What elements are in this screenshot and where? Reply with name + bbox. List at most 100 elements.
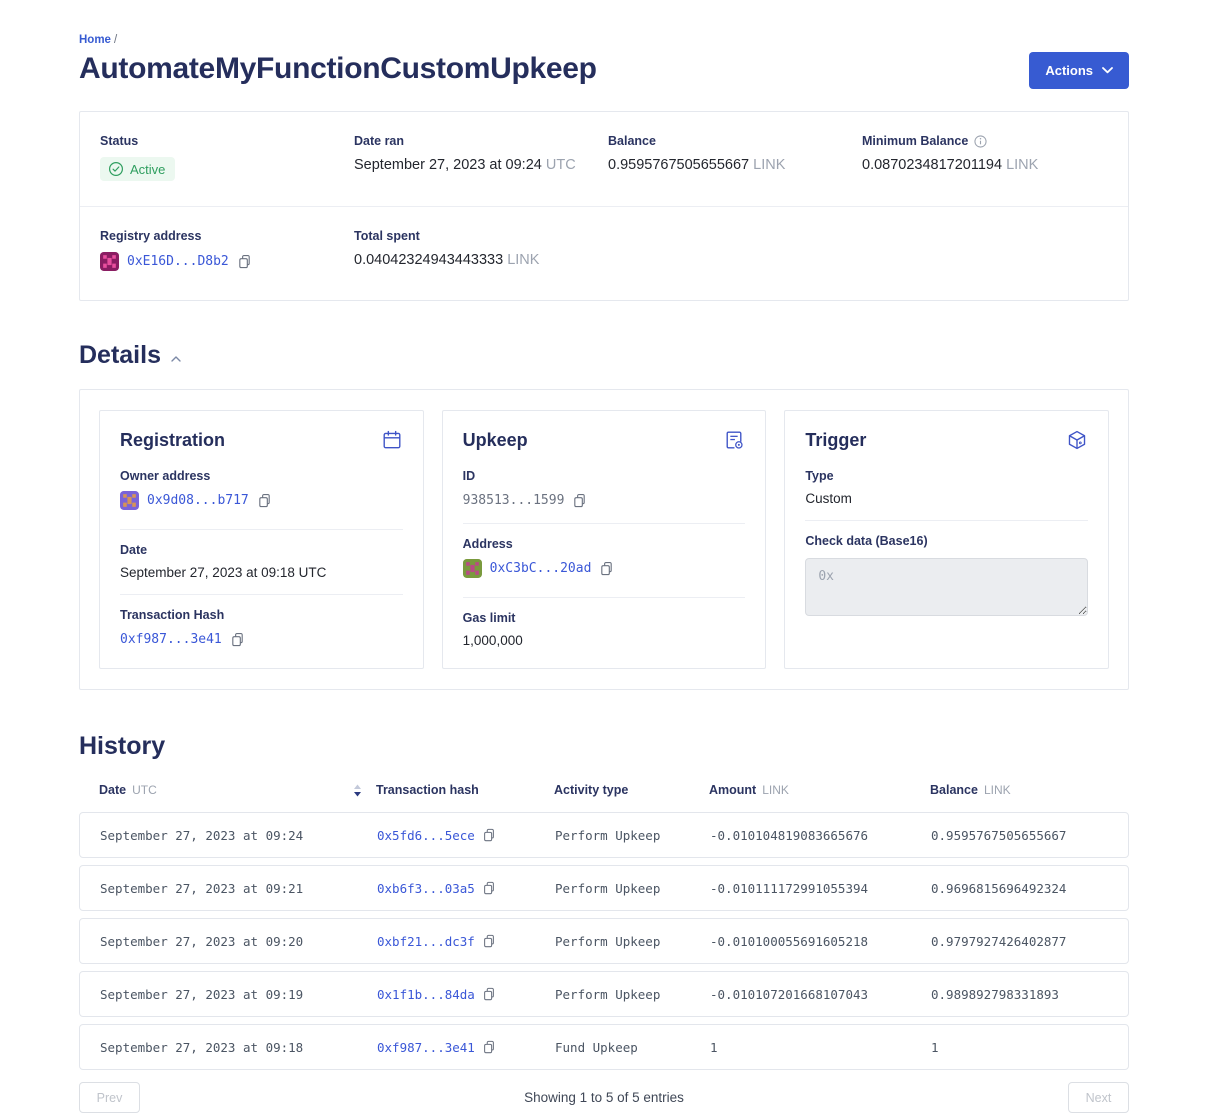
row-activity: Fund Upkeep xyxy=(555,1040,710,1055)
row-date: September 27, 2023 at 09:20 xyxy=(100,934,377,949)
upkeep-id-field: ID 938513...1599 xyxy=(463,467,746,523)
row-activity: Perform Upkeep xyxy=(555,828,710,843)
upkeep-title: Upkeep xyxy=(463,430,528,451)
row-date: September 27, 2023 at 09:19 xyxy=(100,987,377,1002)
cube-icon xyxy=(1066,429,1088,451)
pagination-status: Showing 1 to 5 of 5 entries xyxy=(524,1090,684,1105)
copy-icon[interactable] xyxy=(237,254,252,269)
row-amount: -0.010111172991055394 xyxy=(710,881,931,896)
copy-icon[interactable] xyxy=(599,561,614,576)
table-row: September 27, 2023 at 09:19 0x1f1b...84d… xyxy=(79,971,1129,1017)
col-date-label: Date xyxy=(99,783,126,797)
registration-card: Registration Owner address 0x9d08...b717 xyxy=(99,410,424,669)
details-heading: Details xyxy=(79,341,161,370)
page: Home/ AutomateMyFunctionCustomUpkeep Act… xyxy=(79,0,1129,1113)
registry-identicon xyxy=(100,252,119,271)
table-row: September 27, 2023 at 09:21 0xb6f3...03a… xyxy=(79,865,1129,911)
actions-button[interactable]: Actions xyxy=(1029,52,1129,89)
owner-address-field: Owner address 0x9d08...b717 xyxy=(120,467,403,529)
check-data-input[interactable] xyxy=(805,558,1088,616)
row-hash-link[interactable]: 0xbf21...dc3f xyxy=(377,934,475,949)
copy-icon[interactable] xyxy=(572,493,587,508)
owner-identicon xyxy=(120,491,139,510)
total-spent-label: Total spent xyxy=(354,229,608,243)
copy-icon[interactable] xyxy=(230,632,245,647)
balance-label: Balance xyxy=(608,134,862,148)
next-button[interactable]: Next xyxy=(1068,1082,1129,1113)
upkeep-card: Upkeep ID 938513...1599 Address xyxy=(442,410,767,669)
gas-limit-field: Gas limit 1,000,000 xyxy=(463,597,746,648)
summary-card: Status Active Date ran September 27, 202… xyxy=(79,111,1129,301)
chevron-down-icon xyxy=(1102,67,1113,74)
upkeep-id-value: 938513...1599 xyxy=(463,493,565,508)
upkeep-id-label: ID xyxy=(463,469,746,483)
row-hash-link[interactable]: 0xf987...3e41 xyxy=(377,1040,475,1055)
registry-address-label: Registry address xyxy=(100,229,354,243)
copy-icon[interactable] xyxy=(482,1040,496,1054)
upkeep-address-identicon xyxy=(463,559,482,578)
row-balance: 0.9696815696492324 xyxy=(931,881,1108,896)
copy-icon[interactable] xyxy=(482,934,496,948)
row-balance: 0.9595767505655667 xyxy=(931,828,1108,843)
document-gear-icon xyxy=(723,429,745,451)
sort-icon[interactable] xyxy=(353,784,362,797)
copy-icon[interactable] xyxy=(482,828,496,842)
trigger-type-label: Type xyxy=(805,469,1088,483)
row-balance: 1 xyxy=(931,1040,1108,1055)
row-balance: 0.9797927426402877 xyxy=(931,934,1108,949)
row-amount: -0.010100055691605218 xyxy=(710,934,931,949)
info-icon[interactable] xyxy=(974,135,987,148)
copy-icon[interactable] xyxy=(257,493,272,508)
owner-address-label: Owner address xyxy=(120,469,403,483)
col-hash-label: Transaction hash xyxy=(376,783,479,797)
copy-icon[interactable] xyxy=(482,881,496,895)
trigger-type-value: Custom xyxy=(805,491,1088,506)
col-activity-label: Activity type xyxy=(554,783,628,797)
pagination: Prev Showing 1 to 5 of 5 entries Next xyxy=(79,1082,1129,1113)
row-activity: Perform Upkeep xyxy=(555,881,710,896)
row-hash-link[interactable]: 0xb6f3...03a5 xyxy=(377,881,475,896)
row-date: September 27, 2023 at 09:24 xyxy=(100,828,377,843)
breadcrumb-home-link[interactable]: Home xyxy=(79,34,111,46)
calendar-icon xyxy=(381,429,403,451)
owner-address-link[interactable]: 0x9d08...b717 xyxy=(147,493,249,508)
row-activity: Perform Upkeep xyxy=(555,934,710,949)
col-date-sub: UTC xyxy=(132,783,157,797)
trigger-type-field: Type Custom xyxy=(805,467,1088,520)
history-table-header: Date UTC Transaction hash Activity type A… xyxy=(79,783,1129,797)
row-amount: 1 xyxy=(710,1040,931,1055)
registration-date-value: September 27, 2023 at 09:18 UTC xyxy=(120,565,403,580)
date-ran-label: Date ran xyxy=(354,134,608,148)
collapse-details-button[interactable] xyxy=(171,356,181,362)
col-balance-sub: LINK xyxy=(984,783,1011,797)
col-amount-sub: LINK xyxy=(762,783,789,797)
row-date: September 27, 2023 at 09:21 xyxy=(100,881,377,896)
check-data-label: Check data (Base16) xyxy=(805,534,1088,548)
summary-min-balance: Minimum Balance 0.0870234817201194 LINK xyxy=(862,134,1108,182)
transaction-hash-link[interactable]: 0xf987...3e41 xyxy=(120,632,222,647)
row-amount: -0.010104819083665676 xyxy=(710,828,931,843)
registration-title: Registration xyxy=(120,430,225,451)
row-balance: 0.989892798331893 xyxy=(931,987,1108,1002)
trigger-title: Trigger xyxy=(805,430,866,451)
upkeep-address-link[interactable]: 0xC3bC...20ad xyxy=(490,561,592,576)
upkeep-address-label: Address xyxy=(463,537,746,551)
copy-icon[interactable] xyxy=(482,987,496,1001)
history-heading: History xyxy=(79,732,1129,761)
prev-button[interactable]: Prev xyxy=(79,1082,140,1113)
balance-value: 0.9595767505655667 xyxy=(608,157,749,173)
summary-registry-address: Registry address 0xE16D...D8b2 xyxy=(100,229,354,276)
registration-date-label: Date xyxy=(120,543,403,557)
summary-date-ran: Date ran September 27, 2023 at 09:24 UTC xyxy=(354,134,608,182)
row-hash-link[interactable]: 0x1f1b...84da xyxy=(377,987,475,1002)
registry-address-link[interactable]: 0xE16D...D8b2 xyxy=(127,254,229,269)
status-label: Status xyxy=(100,134,354,148)
breadcrumb: Home/ xyxy=(79,34,1129,46)
date-ran-value: September 27, 2023 at 09:24 xyxy=(354,157,542,173)
table-row: September 27, 2023 at 09:20 0xbf21...dc3… xyxy=(79,918,1129,964)
registration-date-field: Date September 27, 2023 at 09:18 UTC xyxy=(120,529,403,594)
row-hash-link[interactable]: 0x5fd6...5ece xyxy=(377,828,475,843)
breadcrumb-separator: / xyxy=(114,34,117,46)
gas-limit-value: 1,000,000 xyxy=(463,633,746,648)
col-amount-label: Amount xyxy=(709,783,756,797)
